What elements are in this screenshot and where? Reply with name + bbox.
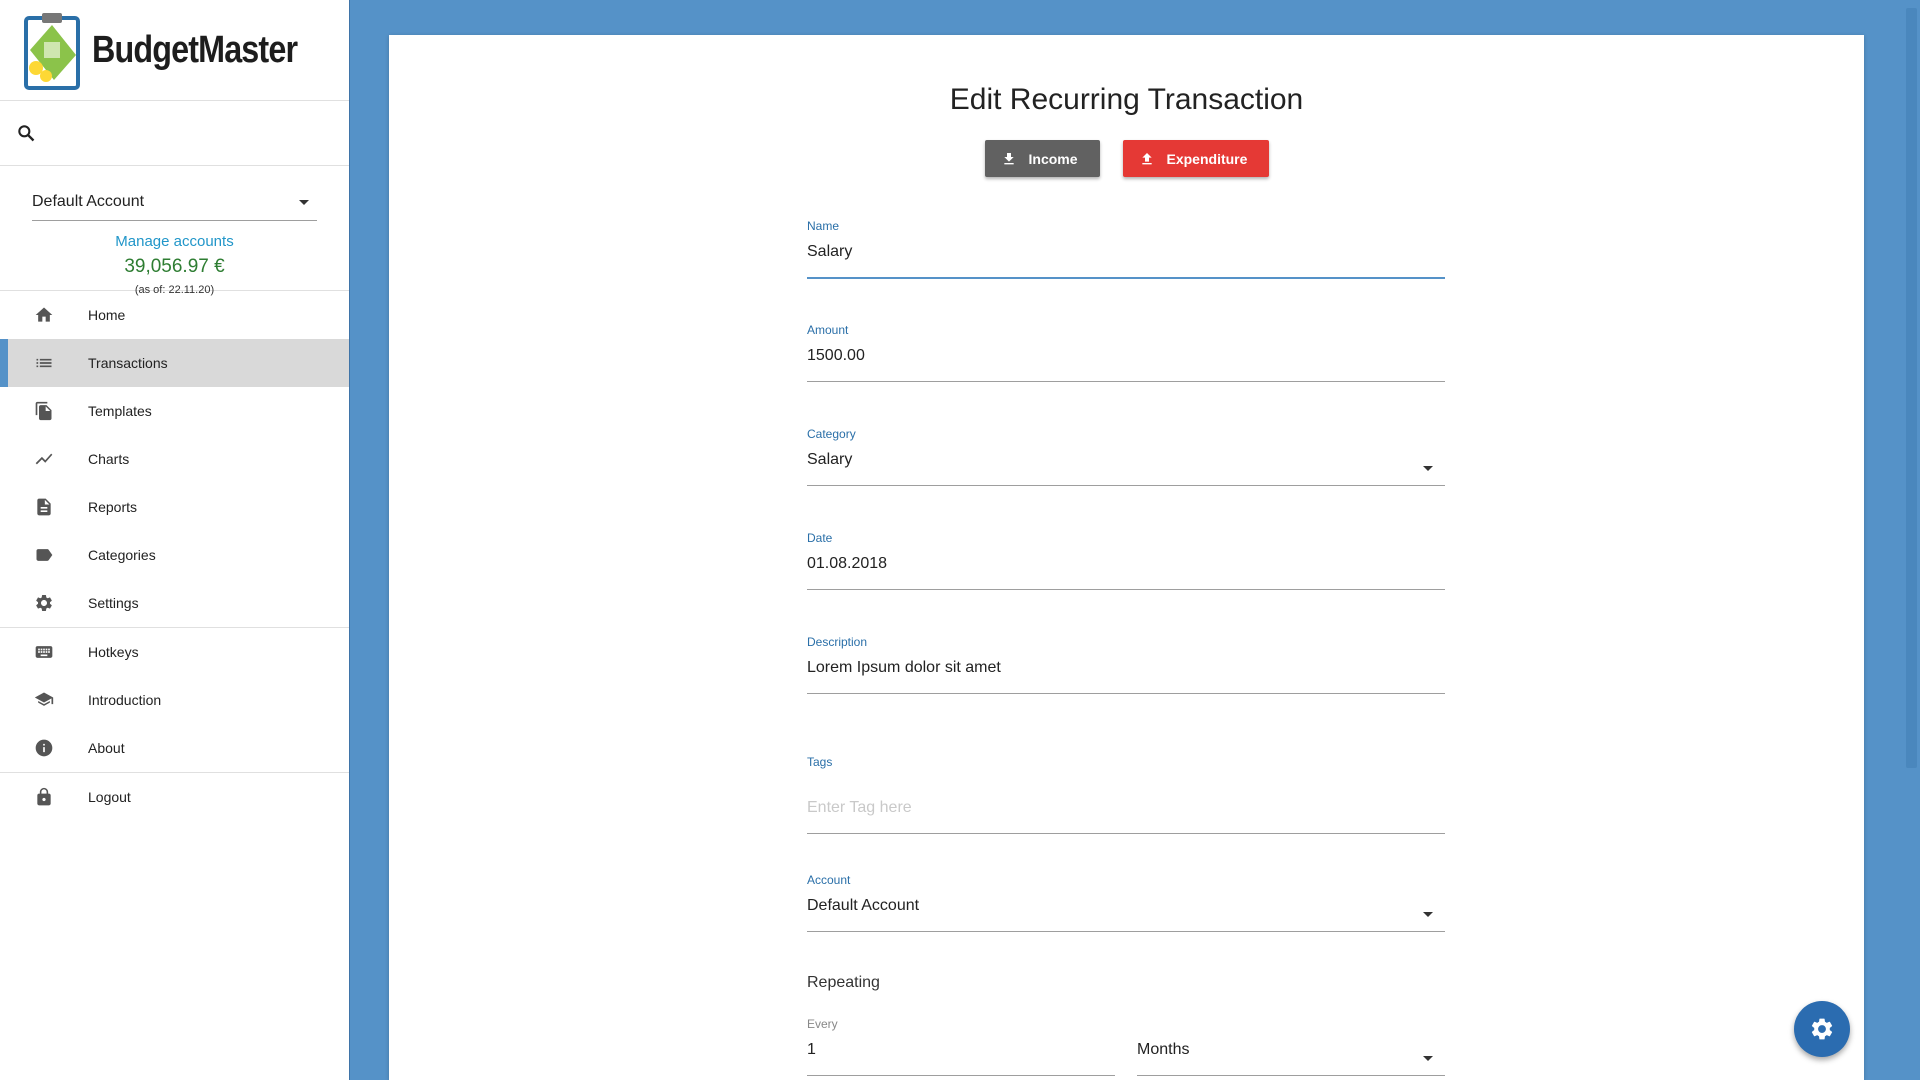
sidebar-item-transactions[interactable]: Transactions [0,339,349,387]
lock-icon [32,785,56,809]
search-row[interactable] [0,101,349,166]
search-icon[interactable] [16,123,36,143]
chevron-down-icon[interactable] [1423,466,1433,471]
sidebar: BudgetMaster Default Account Manage acco… [0,0,350,1080]
budgetmaster-logo-icon [24,13,80,90]
sidebar-item-label: Reports [88,499,138,515]
every-label: Every [807,1017,838,1031]
transaction-type-toggle: Income Expenditure [389,140,1864,177]
sidebar-item-label: Logout [88,789,131,805]
account-panel: Default Account Manage accounts 39,056.9… [0,166,349,296]
file-copy-icon [32,399,56,423]
settings-fab[interactable] [1794,1001,1850,1057]
sidebar-item-label: Settings [88,595,139,611]
name-input[interactable]: Salary [807,243,1445,267]
description-underline [807,693,1445,694]
sidebar-item-label: Templates [88,403,152,419]
keyboard-icon [32,640,56,664]
sidebar-item-label: Categories [88,547,156,563]
name-label: Name [807,219,840,233]
category-select[interactable]: Salary [807,451,1445,475]
category-label: Category [807,427,856,441]
sidebar-item-home[interactable]: Home [0,291,349,339]
account-field[interactable]: Account Default Account [807,873,1445,932]
category-underline [807,485,1445,486]
tags-label: Tags [807,755,833,769]
upload-icon [1141,152,1152,164]
date-underline [807,589,1445,590]
category-field[interactable]: Category Salary [807,427,1445,486]
sidebar-item-label: Introduction [88,692,162,708]
transaction-form-card: Edit Recurring Transaction Income Expend… [389,35,1864,1080]
sidebar-item-label: Hotkeys [88,644,139,660]
gear-icon [1811,1018,1833,1040]
account-underline [807,931,1445,932]
page-title: Edit Recurring Transaction [949,83,1304,116]
repeating-heading: Repeating [807,974,880,991]
account-balance: 39,056.97 € [124,256,225,277]
tags-input[interactable]: Enter Tag here [807,799,1445,823]
account-select-input[interactable]: Default Account [807,897,1445,921]
tags-field[interactable]: Tags Enter Tag here [807,755,1445,834]
amount-input[interactable]: 1500.00 [807,347,1445,371]
income-button[interactable]: Income [984,140,1100,177]
every-field[interactable]: Every 1 [807,1017,1115,1076]
sidebar-item-label: Transactions [88,355,168,371]
account-label: Account [807,873,851,887]
chart-line-icon [32,447,56,471]
sidebar-nav: Home Transactions Templates Charts Repor… [0,291,349,821]
description-input[interactable]: Lorem Ipsum dolor sit amet [807,659,1445,683]
sidebar-item-label: Charts [88,451,130,467]
date-field[interactable]: Date 01.08.2018 [807,531,1445,590]
amount-underline [807,381,1445,382]
amount-field[interactable]: Amount 1500.00 [807,323,1445,382]
sidebar-item-label: Home [88,307,126,323]
account-select[interactable]: Default Account [32,184,317,221]
sidebar-item-templates[interactable]: Templates [0,387,349,435]
sidebar-item-logout[interactable]: Logout [0,773,349,821]
app-name: BudgetMaster [92,28,298,71]
expenditure-button[interactable]: Expenditure [1122,140,1269,177]
sidebar-item-settings[interactable]: Settings [0,579,349,627]
amount-label: Amount [807,323,849,337]
sidebar-item-about[interactable]: About [0,724,349,772]
scrollbar-thumb[interactable] [1906,8,1917,768]
date-input[interactable]: 01.08.2018 [807,555,1445,579]
description-field[interactable]: Description Lorem Ipsum dolor sit amet [807,635,1445,694]
chevron-down-icon [299,199,309,205]
gear-icon [32,591,56,615]
name-field[interactable]: Name Salary [807,219,1445,279]
every-input[interactable]: 1 [807,1041,1115,1065]
every-underline [807,1075,1115,1076]
description-label: Description [807,635,868,649]
logo[interactable]: BudgetMaster [0,0,349,101]
sidebar-item-label: About [88,740,125,756]
sidebar-item-categories[interactable]: Categories [0,531,349,579]
list-icon [32,351,56,375]
info-icon [32,736,56,760]
sidebar-item-reports[interactable]: Reports [0,483,349,531]
label-icon [32,543,56,567]
chevron-down-icon[interactable] [1423,912,1433,917]
name-underline [807,277,1445,279]
download-icon [1003,152,1014,164]
account-select-value: Default Account [32,193,145,210]
repeat-unit-select[interactable]: Months [1137,1041,1445,1065]
repeat-unit-underline [1137,1075,1445,1076]
income-button-label: Income [1028,150,1078,167]
home-icon [32,303,56,327]
repeat-unit-spacer [1137,1017,1445,1031]
date-label: Date [807,531,833,545]
graduation-cap-icon [32,688,56,712]
chevron-down-icon[interactable] [1423,1056,1433,1061]
repeat-unit-field[interactable]: Months [1137,1017,1445,1076]
manage-accounts-link[interactable]: Manage accounts [32,233,317,250]
document-icon [32,495,56,519]
sidebar-item-hotkeys[interactable]: Hotkeys [0,628,349,676]
expenditure-button-label: Expenditure [1166,150,1248,167]
sidebar-item-introduction[interactable]: Introduction [0,676,349,724]
tags-underline [807,833,1445,834]
sidebar-item-charts[interactable]: Charts [0,435,349,483]
